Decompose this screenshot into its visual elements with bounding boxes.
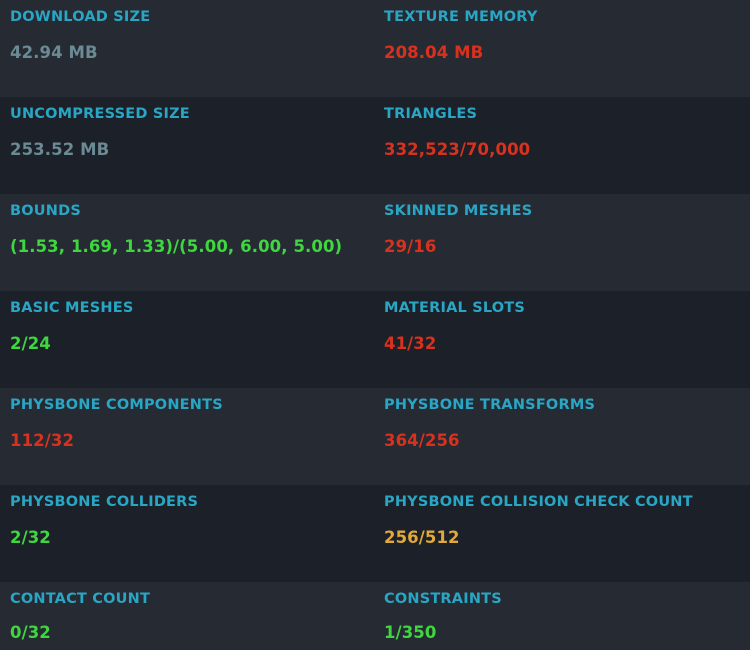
stat-value: 253.52 MB xyxy=(10,140,110,159)
stat-value: 112/32 xyxy=(10,431,75,450)
stat-label: BOUNDS xyxy=(10,203,81,219)
stat-row-basic-material: BASIC MESHES 2/24 MATERIAL SLOTS 41/32 xyxy=(0,291,750,388)
stat-row-physbone-colliders-collision: PHYSBONE COLLIDERS 2/32 PHYSBONE COLLISI… xyxy=(0,485,750,582)
stat-triangles: TRIANGLES 332,523/70,000 xyxy=(374,97,750,194)
stat-label: BASIC MESHES xyxy=(10,300,134,316)
stat-label: PHYSBONE COLLISION CHECK COUNT xyxy=(384,494,693,510)
stat-download-size: DOWNLOAD SIZE 42.94 MB xyxy=(0,0,374,97)
stat-label: SKINNED MESHES xyxy=(384,203,533,219)
stat-label: CONTACT COUNT xyxy=(10,591,151,607)
stat-label: PHYSBONE COMPONENTS xyxy=(10,397,223,413)
stat-skinned-meshes: SKINNED MESHES 29/16 xyxy=(374,194,750,291)
stat-row-download-texture: DOWNLOAD SIZE 42.94 MB TEXTURE MEMORY 20… xyxy=(0,0,750,97)
stat-value: 332,523/70,000 xyxy=(384,140,531,159)
stat-value: 256/512 xyxy=(384,528,460,547)
avatar-performance-stats-panel: DOWNLOAD SIZE 42.94 MB TEXTURE MEMORY 20… xyxy=(0,0,750,650)
stat-physbone-collision-check-count: PHYSBONE COLLISION CHECK COUNT 256/512 xyxy=(374,485,750,582)
stat-value: 2/32 xyxy=(10,528,51,547)
stat-label: UNCOMPRESSED SIZE xyxy=(10,106,190,122)
stat-value: 42.94 MB xyxy=(10,43,98,62)
stat-label: TEXTURE MEMORY xyxy=(384,9,538,25)
stat-uncompressed-size: UNCOMPRESSED SIZE 253.52 MB xyxy=(0,97,374,194)
stat-value: 208.04 MB xyxy=(384,43,484,62)
stat-value: 0/32 xyxy=(10,623,51,642)
stat-row-contact-constraints: CONTACT COUNT 0/32 CONSTRAINTS 1/350 xyxy=(0,582,750,650)
stat-texture-memory: TEXTURE MEMORY 208.04 MB xyxy=(374,0,750,97)
stat-value: (1.53, 1.69, 1.33)/(5.00, 6.00, 5.00) xyxy=(10,237,343,256)
stat-physbone-components: PHYSBONE COMPONENTS 112/32 xyxy=(0,388,374,485)
stat-label: DOWNLOAD SIZE xyxy=(10,9,151,25)
stat-constraints: CONSTRAINTS 1/350 xyxy=(374,582,750,650)
stat-row-physbone-components-transforms: PHYSBONE COMPONENTS 112/32 PHYSBONE TRAN… xyxy=(0,388,750,485)
stat-label: PHYSBONE TRANSFORMS xyxy=(384,397,596,413)
stat-row-uncompressed-triangles: UNCOMPRESSED SIZE 253.52 MB TRIANGLES 33… xyxy=(0,97,750,194)
stat-value: 1/350 xyxy=(384,623,437,642)
stat-row-bounds-skinned: BOUNDS (1.53, 1.69, 1.33)/(5.00, 6.00, 5… xyxy=(0,194,750,291)
stat-value: 29/16 xyxy=(384,237,437,256)
stat-physbone-transforms: PHYSBONE TRANSFORMS 364/256 xyxy=(374,388,750,485)
stat-material-slots: MATERIAL SLOTS 41/32 xyxy=(374,291,750,388)
stat-value: 2/24 xyxy=(10,334,51,353)
stat-basic-meshes: BASIC MESHES 2/24 xyxy=(0,291,374,388)
stat-label: TRIANGLES xyxy=(384,106,478,122)
stat-value: 41/32 xyxy=(384,334,437,353)
stat-physbone-colliders: PHYSBONE COLLIDERS 2/32 xyxy=(0,485,374,582)
stat-label: MATERIAL SLOTS xyxy=(384,300,526,316)
stat-label: PHYSBONE COLLIDERS xyxy=(10,494,199,510)
stat-contact-count: CONTACT COUNT 0/32 xyxy=(0,582,374,650)
stat-label: CONSTRAINTS xyxy=(384,591,502,607)
stat-bounds: BOUNDS (1.53, 1.69, 1.33)/(5.00, 6.00, 5… xyxy=(0,194,374,291)
stat-value: 364/256 xyxy=(384,431,460,450)
